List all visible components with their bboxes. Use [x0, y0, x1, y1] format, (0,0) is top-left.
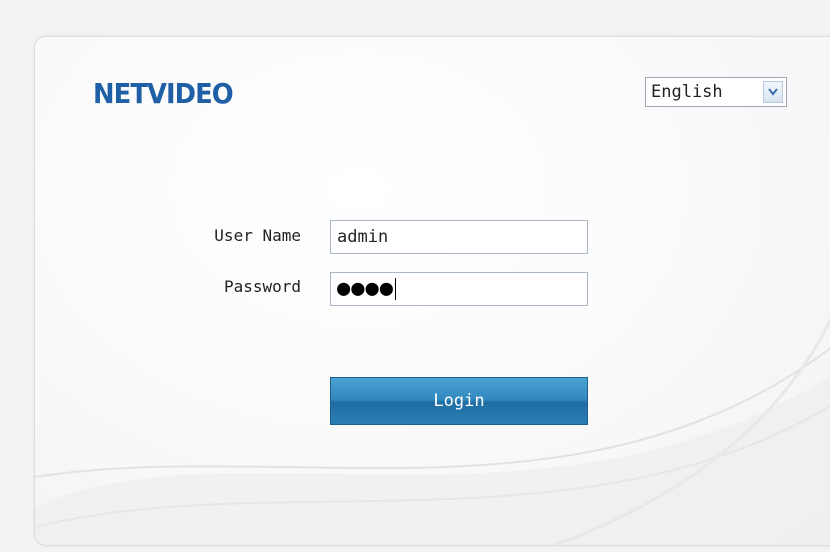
login-button[interactable]: Login	[330, 377, 588, 425]
password-label: Password	[223, 277, 301, 296]
username-value: admin	[337, 227, 389, 247]
brand-logo: NETVIDEO	[93, 77, 234, 110]
username-input[interactable]: admin	[330, 220, 588, 254]
login-panel: NETVIDEO English User Name admin Passwor…	[34, 36, 830, 546]
username-label: User Name	[214, 226, 301, 245]
language-select-value: English	[651, 82, 723, 102]
language-select[interactable]: English	[645, 77, 787, 107]
chevron-down-icon[interactable]	[763, 81, 783, 103]
login-page: NETVIDEO English User Name admin Passwor…	[0, 0, 830, 552]
password-input[interactable]: ●●●●	[330, 272, 588, 306]
password-masked-value: ●●●●	[337, 276, 394, 301]
text-caret	[394, 278, 396, 300]
